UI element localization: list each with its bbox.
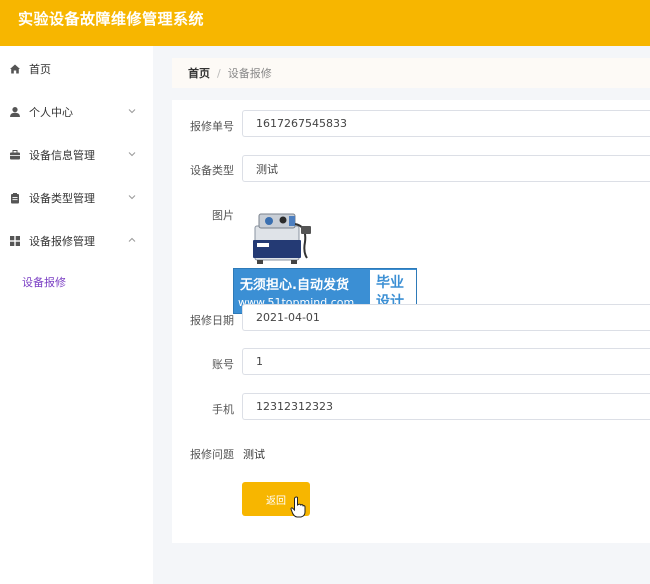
home-icon xyxy=(9,63,21,75)
repair-date-label: 报修日期 xyxy=(190,314,234,327)
chevron-down-icon xyxy=(128,152,136,157)
clipboard-icon xyxy=(9,192,21,204)
order-no-label: 报修单号 xyxy=(190,120,234,133)
sidebar-subitem-repair[interactable]: 设备报修 xyxy=(22,274,66,290)
account-field[interactable]: 1 xyxy=(242,348,650,375)
sidebar-item-device-info[interactable]: 设备信息管理 xyxy=(0,140,153,170)
watermark-line1: 无须担心.自动发货 xyxy=(240,278,349,293)
hand-cursor-icon xyxy=(290,496,306,518)
sidebar-item-device-type[interactable]: 设备类型管理 xyxy=(0,183,153,213)
chevron-down-icon xyxy=(128,195,136,200)
user-icon xyxy=(9,106,21,118)
order-no-field[interactable]: 1617267545833 xyxy=(242,110,650,137)
device-image xyxy=(249,206,315,270)
sidebar-item-home[interactable]: 首页 xyxy=(0,54,153,84)
device-type-label: 设备类型 xyxy=(190,164,234,177)
briefcase-icon xyxy=(9,149,21,161)
grid-icon xyxy=(9,235,21,247)
breadcrumb-home[interactable]: 首页 xyxy=(188,65,210,81)
breadcrumb: 首页 / 设备报修 xyxy=(172,58,650,88)
top-header: 实验设备故障维修管理系统 xyxy=(0,0,650,46)
sidebar-item-label: 设备类型管理 xyxy=(29,192,95,205)
back-button-label: 返回 xyxy=(266,495,286,507)
image-label: 图片 xyxy=(212,209,234,222)
phone-field[interactable]: 12312312323 xyxy=(242,393,650,420)
watermark-right-line1: 毕业 xyxy=(376,275,404,291)
sidebar-item-label: 设备报修管理 xyxy=(29,235,95,248)
sidebar: 首页 个人中心 设备信息管理 设备类型管理 设备报修管理 设备报修 xyxy=(0,46,153,584)
device-type-field[interactable]: 测试 xyxy=(242,155,650,182)
issue-label: 报修问题 xyxy=(190,448,234,461)
sidebar-item-label: 设备信息管理 xyxy=(29,149,95,162)
breadcrumb-current: 设备报修 xyxy=(227,67,272,80)
app-title: 实验设备故障维修管理系统 xyxy=(18,10,205,28)
issue-value: 测试 xyxy=(243,448,265,461)
sidebar-item-label: 个人中心 xyxy=(29,106,73,119)
breadcrumb-separator: / xyxy=(217,66,221,80)
sidebar-item-repair-management[interactable]: 设备报修管理 xyxy=(0,226,153,256)
chevron-up-icon xyxy=(128,237,136,242)
sidebar-item-personal-center[interactable]: 个人中心 xyxy=(0,97,153,127)
phone-label: 手机 xyxy=(212,403,234,416)
account-label: 账号 xyxy=(212,358,234,371)
sidebar-item-label: 首页 xyxy=(29,63,51,76)
chevron-down-icon xyxy=(128,109,136,114)
repair-date-field[interactable]: 2021-04-01 xyxy=(242,304,650,331)
